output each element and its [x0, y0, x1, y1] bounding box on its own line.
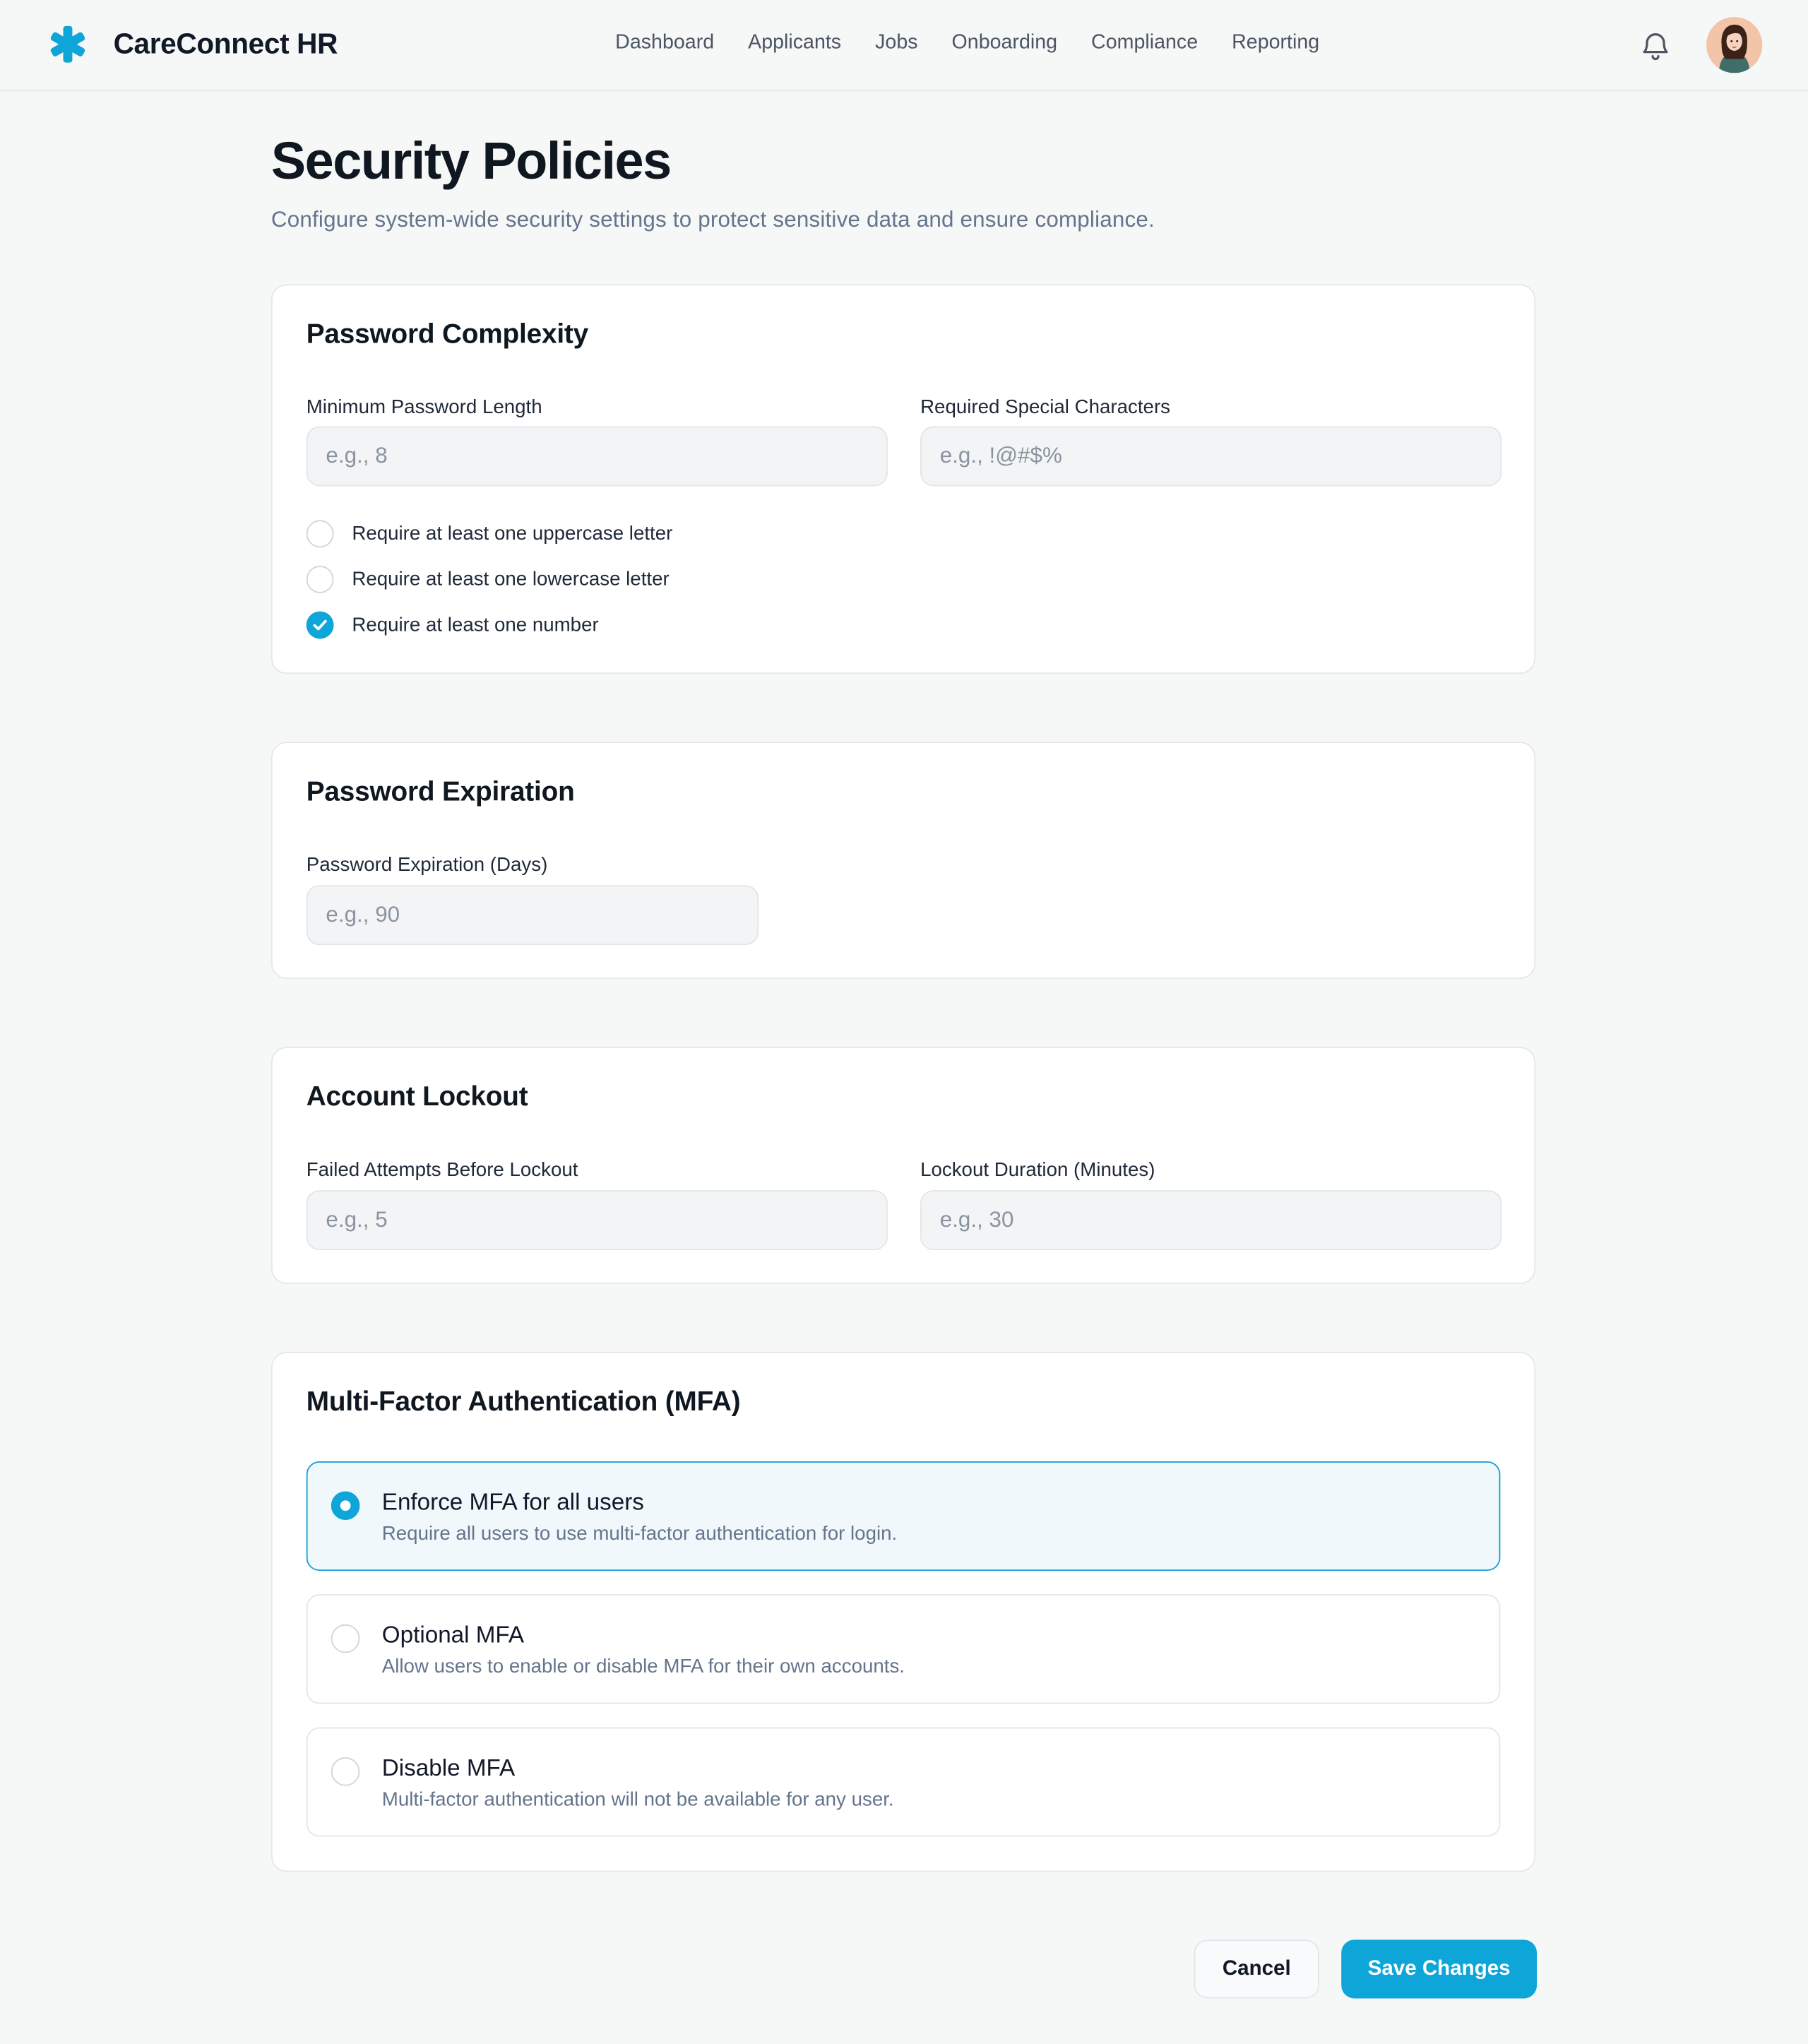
page-title: Security Policies [270, 133, 672, 191]
main-nav: Dashboard Applicants Jobs Onboarding Com… [615, 31, 1319, 54]
mfa-option-title: Enforce MFA for all users [381, 1488, 644, 1515]
special-characters-label: Required Special Characters [920, 396, 1171, 419]
lockout-duration-input[interactable] [920, 1190, 1502, 1251]
mfa-option-description: Require all users to use multi-factor au… [381, 1522, 898, 1545]
save-changes-button[interactable]: Save Changes [1341, 1939, 1538, 1999]
mfa-optional-radio[interactable] [331, 1624, 360, 1653]
nav-item-compliance[interactable]: Compliance [1091, 31, 1198, 54]
section-heading-password-expiration: Password Expiration [306, 777, 575, 807]
bell-icon[interactable] [1638, 29, 1672, 63]
mfa-option-optional[interactable]: Optional MFA Allow users to enable or di… [306, 1594, 1501, 1704]
security-policies-page: CareConnect HR Dashboard Applicants Jobs… [0, 0, 1808, 2044]
failed-attempts-label: Failed Attempts Before Lockout [306, 1158, 578, 1182]
checkmark-icon [313, 619, 327, 631]
min-password-length-input[interactable] [306, 426, 888, 487]
mfa-option-enforce[interactable]: Enforce MFA for all users Require all us… [306, 1461, 1501, 1571]
mfa-option-title: Optional MFA [381, 1622, 525, 1648]
mfa-card: Multi-Factor Authentication (MFA) Enforc… [270, 1351, 1536, 1872]
section-heading-password-complexity: Password Complexity [306, 319, 589, 350]
uppercase-checkbox-row[interactable]: Require at least one uppercase letter [306, 520, 673, 548]
lowercase-checkbox-label: Require at least one lowercase letter [352, 568, 670, 591]
special-characters-input[interactable] [920, 426, 1502, 487]
lowercase-checkbox[interactable] [306, 566, 334, 593]
number-checkbox[interactable] [306, 611, 334, 639]
top-navigation-bar: CareConnect HR Dashboard Applicants Jobs… [0, 0, 1808, 92]
avatar[interactable] [1706, 16, 1763, 73]
number-checkbox-row[interactable]: Require at least one number [306, 611, 599, 639]
mfa-option-title: Disable MFA [381, 1754, 516, 1781]
lockout-duration-label: Lockout Duration (Minutes) [920, 1158, 1155, 1182]
password-expiration-label: Password Expiration (Days) [306, 853, 548, 877]
password-complexity-card: Password Complexity Minimum Password Len… [270, 284, 1536, 675]
password-expiration-input[interactable] [306, 885, 759, 946]
number-checkbox-label: Require at least one number [352, 614, 599, 636]
user-avatar-image [1706, 16, 1763, 73]
password-expiration-card: Password Expiration Password Expiration … [270, 742, 1536, 980]
nav-item-onboarding[interactable]: Onboarding [952, 31, 1058, 54]
section-heading-mfa: Multi-Factor Authentication (MFA) [306, 1386, 741, 1418]
mfa-option-description: Allow users to enable or disable MFA for… [381, 1656, 905, 1678]
mfa-option-description: Multi-factor authentication will not be … [381, 1788, 894, 1811]
lowercase-checkbox-row[interactable]: Require at least one lowercase letter [306, 566, 670, 593]
mfa-option-disable[interactable]: Disable MFA Multi-factor authentication … [306, 1727, 1501, 1837]
uppercase-checkbox[interactable] [306, 520, 334, 548]
app-name: CareConnect HR [113, 27, 338, 60]
section-heading-account-lockout: Account Lockout [306, 1081, 528, 1112]
mfa-disable-radio[interactable] [331, 1757, 360, 1786]
nav-item-dashboard[interactable]: Dashboard [615, 31, 714, 54]
nav-item-reporting[interactable]: Reporting [1232, 31, 1319, 54]
brand[interactable]: CareConnect HR [47, 23, 338, 65]
medical-asterisk-icon [50, 25, 85, 63]
uppercase-checkbox-label: Require at least one uppercase letter [352, 523, 673, 545]
failed-attempts-input[interactable] [306, 1190, 888, 1251]
nav-item-applicants[interactable]: Applicants [748, 31, 841, 54]
mfa-enforce-radio[interactable] [331, 1491, 360, 1521]
min-password-length-label: Minimum Password Length [306, 396, 542, 419]
account-lockout-card: Account Lockout Failed Attempts Before L… [270, 1047, 1536, 1285]
nav-item-jobs[interactable]: Jobs [875, 31, 917, 54]
page-subtitle: Configure system-wide security settings … [270, 207, 1155, 232]
cancel-button[interactable]: Cancel [1194, 1939, 1319, 1999]
